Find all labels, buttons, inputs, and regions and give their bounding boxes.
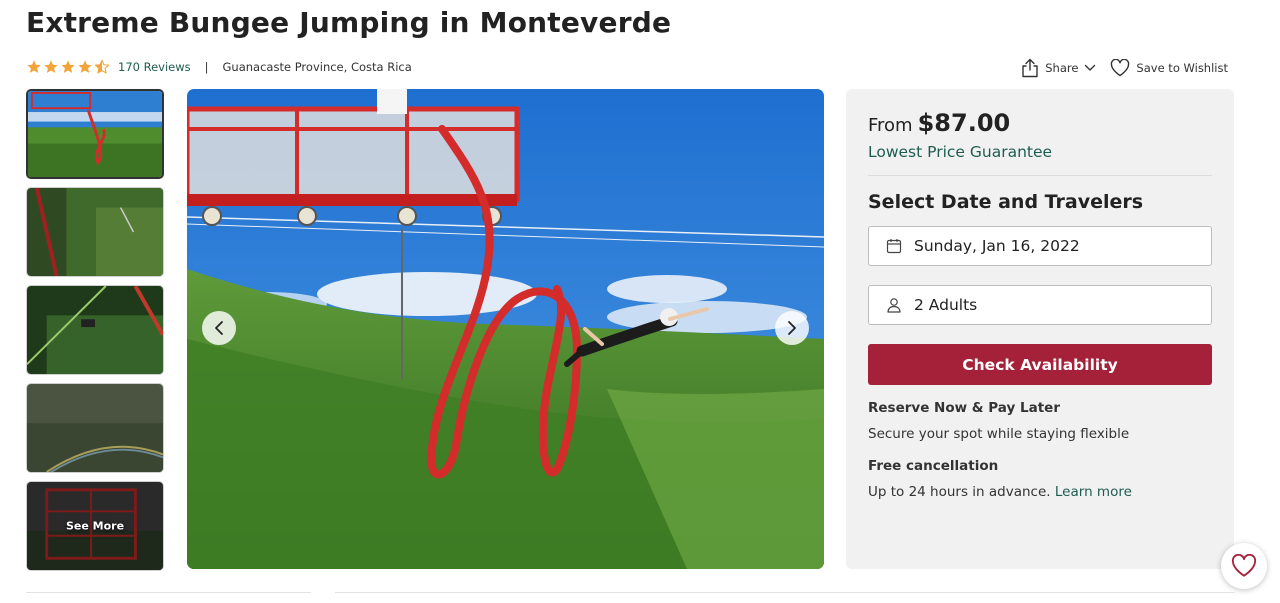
meta-separator: | — [204, 60, 209, 74]
star-rating — [26, 59, 110, 75]
gallery-next-button[interactable] — [775, 311, 809, 345]
star-full-icon — [61, 60, 75, 73]
travelers-value: 2 Adults — [914, 296, 978, 314]
page-actions: Share Save to Wishlist — [1021, 58, 1228, 78]
thumbnail-2[interactable] — [26, 187, 164, 277]
heart-icon — [1111, 59, 1130, 77]
star-full-icon — [78, 60, 92, 73]
booking-panel: From $87.00 Lowest Price Guarantee Selec… — [846, 89, 1234, 569]
share-label: Share — [1045, 61, 1079, 75]
rating-meta-row: 170 Reviews | Guanacaste Province, Costa… — [26, 58, 412, 76]
share-button[interactable]: Share — [1021, 58, 1096, 78]
star-half-icon — [94, 59, 110, 74]
lowest-price-guarantee: Lowest Price Guarantee — [868, 143, 1053, 161]
location-text: Guanacaste Province, Costa Rica — [222, 60, 412, 74]
star-full-icon — [27, 60, 41, 73]
thumbnail-image — [28, 91, 162, 177]
bottom-divider-right — [335, 592, 1235, 593]
thumbnail-image — [27, 286, 163, 374]
thumbnail-3[interactable] — [26, 285, 164, 375]
star-full-icon — [44, 60, 58, 73]
thumbnail-4[interactable] — [26, 383, 164, 473]
thumbnail-1[interactable] — [26, 89, 164, 179]
reviews-link[interactable]: 170 Reviews — [118, 60, 191, 74]
price-row: From $87.00 — [868, 109, 1212, 137]
calendar-icon — [886, 238, 902, 254]
panel-divider — [868, 175, 1212, 176]
from-label: From — [868, 115, 913, 136]
gallery-prev-button[interactable] — [202, 311, 236, 345]
learn-more-link[interactable]: Learn more — [1055, 484, 1132, 500]
reserve-now-text: Secure your spot while staying flexible — [868, 426, 1130, 442]
check-availability-button[interactable]: Check Availability — [868, 344, 1212, 385]
free-cancellation-text: Up to 24 hours in advance. Learn more — [868, 484, 1212, 500]
chevron-left-icon — [215, 321, 223, 335]
thumbnail-strip: See More — [26, 89, 164, 579]
date-value: Sunday, Jan 16, 2022 — [914, 237, 1080, 255]
main-photo[interactable] — [187, 89, 824, 569]
chevron-right-icon — [788, 321, 796, 335]
see-more-label: See More — [65, 519, 125, 533]
thumbnail-image — [27, 188, 163, 276]
select-date-travelers-title: Select Date and Travelers — [868, 191, 1144, 213]
bottom-divider-left — [26, 592, 311, 593]
page-title: Extreme Bungee Jumping in Monteverde — [26, 6, 672, 39]
travelers-field[interactable]: 2 Adults — [868, 285, 1212, 325]
save-to-wishlist-button[interactable]: Save to Wishlist — [1110, 59, 1228, 77]
free-cancellation-title: Free cancellation — [868, 458, 999, 474]
thumbnail-5-see-more[interactable]: See More — [26, 481, 164, 571]
reserve-now-title: Reserve Now & Pay Later — [868, 400, 1060, 416]
person-icon — [886, 297, 902, 313]
thumbnail-image — [27, 384, 163, 472]
cancellation-detail: Up to 24 hours in advance. — [868, 484, 1051, 500]
bungee-photo — [187, 89, 824, 569]
price-value: $87.00 — [917, 109, 1011, 137]
wishlist-label: Save to Wishlist — [1136, 61, 1228, 75]
date-picker-field[interactable]: Sunday, Jan 16, 2022 — [868, 226, 1212, 266]
share-icon — [1022, 58, 1038, 78]
chevron-down-icon — [1085, 64, 1096, 71]
heart-icon — [1231, 554, 1257, 577]
floating-wishlist-button[interactable] — [1221, 543, 1267, 589]
